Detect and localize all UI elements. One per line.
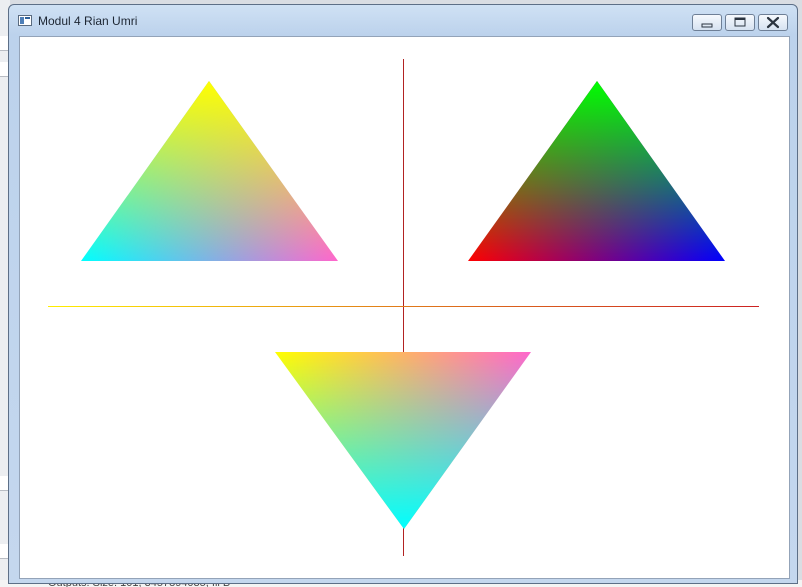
minimize-button[interactable] bbox=[692, 14, 722, 31]
title-bar[interactable]: Modul 4 Rian Umri bbox=[9, 5, 797, 35]
triangle-top-left bbox=[81, 81, 338, 261]
app-window[interactable]: Modul 4 Rian Umri bbox=[8, 4, 798, 584]
maximize-button[interactable] bbox=[725, 14, 755, 31]
minimize-icon bbox=[701, 23, 713, 28]
maximize-icon bbox=[734, 17, 746, 27]
drawing-canvas[interactable] bbox=[19, 36, 790, 579]
close-button[interactable] bbox=[758, 14, 788, 31]
triangle-bottom bbox=[275, 352, 531, 529]
close-icon bbox=[766, 16, 780, 29]
app-window-icon[interactable] bbox=[18, 15, 32, 26]
triangle-top-right bbox=[468, 81, 725, 261]
window-title: Modul 4 Rian Umri bbox=[38, 14, 138, 28]
triangle-scene bbox=[48, 59, 759, 556]
